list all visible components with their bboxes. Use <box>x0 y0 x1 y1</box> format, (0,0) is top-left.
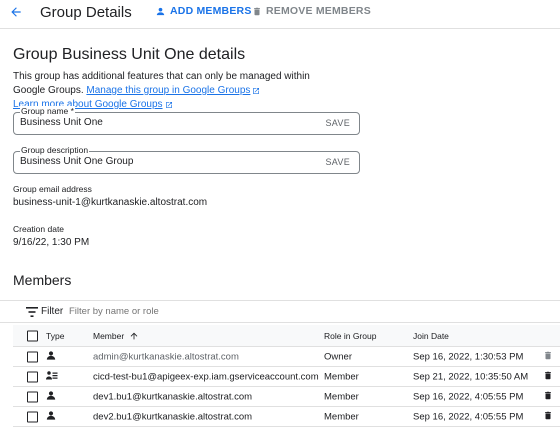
delete-member-button[interactable] <box>543 390 553 404</box>
details-title: Group Business Unit One details <box>13 46 246 63</box>
page-title: Group Details <box>40 4 132 21</box>
group-description-field: Group description SAVE <box>13 145 360 174</box>
delete-member-button[interactable] <box>543 370 553 384</box>
person-icon <box>46 350 56 363</box>
delete-member-button[interactable] <box>543 410 553 424</box>
remove-members-label: REMOVE MEMBERS <box>266 5 371 17</box>
row-checkbox[interactable] <box>27 371 38 382</box>
member-role: Member <box>324 411 359 422</box>
row-checkbox[interactable] <box>27 351 38 362</box>
trash-icon <box>543 350 553 364</box>
group-description-label: Group description <box>20 145 90 155</box>
person-add-icon <box>156 7 165 15</box>
members-title: Members <box>13 272 72 288</box>
back-button[interactable] <box>6 2 26 22</box>
column-role: Role in Group <box>324 330 377 341</box>
filter-input[interactable] <box>69 306 269 317</box>
creation-date-label: Creation date <box>13 224 65 234</box>
member-role: Member <box>324 371 359 382</box>
remove-members-button[interactable]: REMOVE MEMBERS <box>252 5 371 17</box>
trash-icon <box>543 370 553 384</box>
column-join-date: Join Date <box>413 330 449 341</box>
trash-icon <box>543 390 553 404</box>
add-members-label: ADD MEMBERS <box>170 5 252 17</box>
table-row: dev1.bu1@kurtkanaskie.altostrat.com Membe… <box>13 387 560 407</box>
member-role: Owner <box>324 351 352 362</box>
member-role: Member <box>324 391 359 402</box>
save-description-button[interactable]: SAVE <box>325 157 350 167</box>
top-bar: Group Details ADD MEMBERS REMOVE MEMBERS <box>0 0 560 29</box>
table-header: Type Member Role in Group Join Date <box>13 325 560 347</box>
member-email: cicd-test-bu1@apigeex-exp.iam.gserviceac… <box>93 371 319 382</box>
filter-icon <box>26 307 38 317</box>
add-members-button[interactable]: ADD MEMBERS <box>155 5 252 17</box>
arrow-up-icon <box>130 332 138 339</box>
member-join-date: Sep 21, 2022, 10:35:50 AM <box>413 371 529 382</box>
row-checkbox[interactable] <box>27 391 38 402</box>
service-account-icon <box>46 370 58 383</box>
filter-bar: Filter <box>0 300 560 323</box>
group-name-input[interactable] <box>20 117 310 128</box>
delete-member-button[interactable] <box>543 350 553 364</box>
table-row: cicd-test-bu1@apigeex-exp.iam.gserviceac… <box>13 367 560 387</box>
save-name-button[interactable]: SAVE <box>325 118 350 128</box>
email-value: business-unit-1@kurtkanaskie.altostrat.c… <box>13 197 208 208</box>
member-join-date: Sep 16, 2022, 1:30:53 PM <box>413 351 524 362</box>
group-name-label: Group name * <box>20 106 75 116</box>
member-join-date: Sep 16, 2022, 4:05:55 PM <box>413 391 524 402</box>
select-all-checkbox[interactable] <box>27 330 38 341</box>
group-description-input[interactable] <box>20 156 310 167</box>
column-type: Type <box>46 330 65 341</box>
creation-date-value: 9/16/22, 1:30 PM <box>13 237 90 248</box>
member-email: admin@kurtkanaskie.altostrat.com <box>93 351 239 362</box>
trash-icon <box>254 7 260 15</box>
column-member-label: Member <box>93 330 125 341</box>
open-in-new-icon <box>165 102 172 108</box>
table-row: dev2.bu1@kurtkanaskie.altostrat.com Membe… <box>13 407 560 427</box>
arrow-back-icon <box>11 7 21 17</box>
column-member[interactable]: Member <box>93 331 139 341</box>
member-email: dev1.bu1@kurtkanaskie.altostrat.com <box>93 391 253 402</box>
row-checkbox[interactable] <box>27 411 38 422</box>
person-icon <box>46 410 56 423</box>
members-table: Type Member Role in Group Join Date admi… <box>13 325 560 427</box>
email-label: Group email address <box>13 184 92 194</box>
manage-link-label: Manage this group in Google Groups <box>86 85 251 96</box>
group-name-field: Group name * SAVE <box>13 106 360 135</box>
member-join-date: Sep 16, 2022, 4:05:55 PM <box>413 411 524 422</box>
table-row: admin@kurtkanaskie.altostrat.com Owner Sep… <box>13 347 560 367</box>
person-icon <box>46 390 56 403</box>
filter-label: Filter <box>41 306 64 317</box>
trash-icon <box>543 410 553 424</box>
open-in-new-icon <box>253 88 260 94</box>
member-email: dev2.bu1@kurtkanaskie.altostrat.com <box>93 411 253 422</box>
manage-in-groups-link[interactable]: Manage this group in Google Groups <box>86 84 260 98</box>
